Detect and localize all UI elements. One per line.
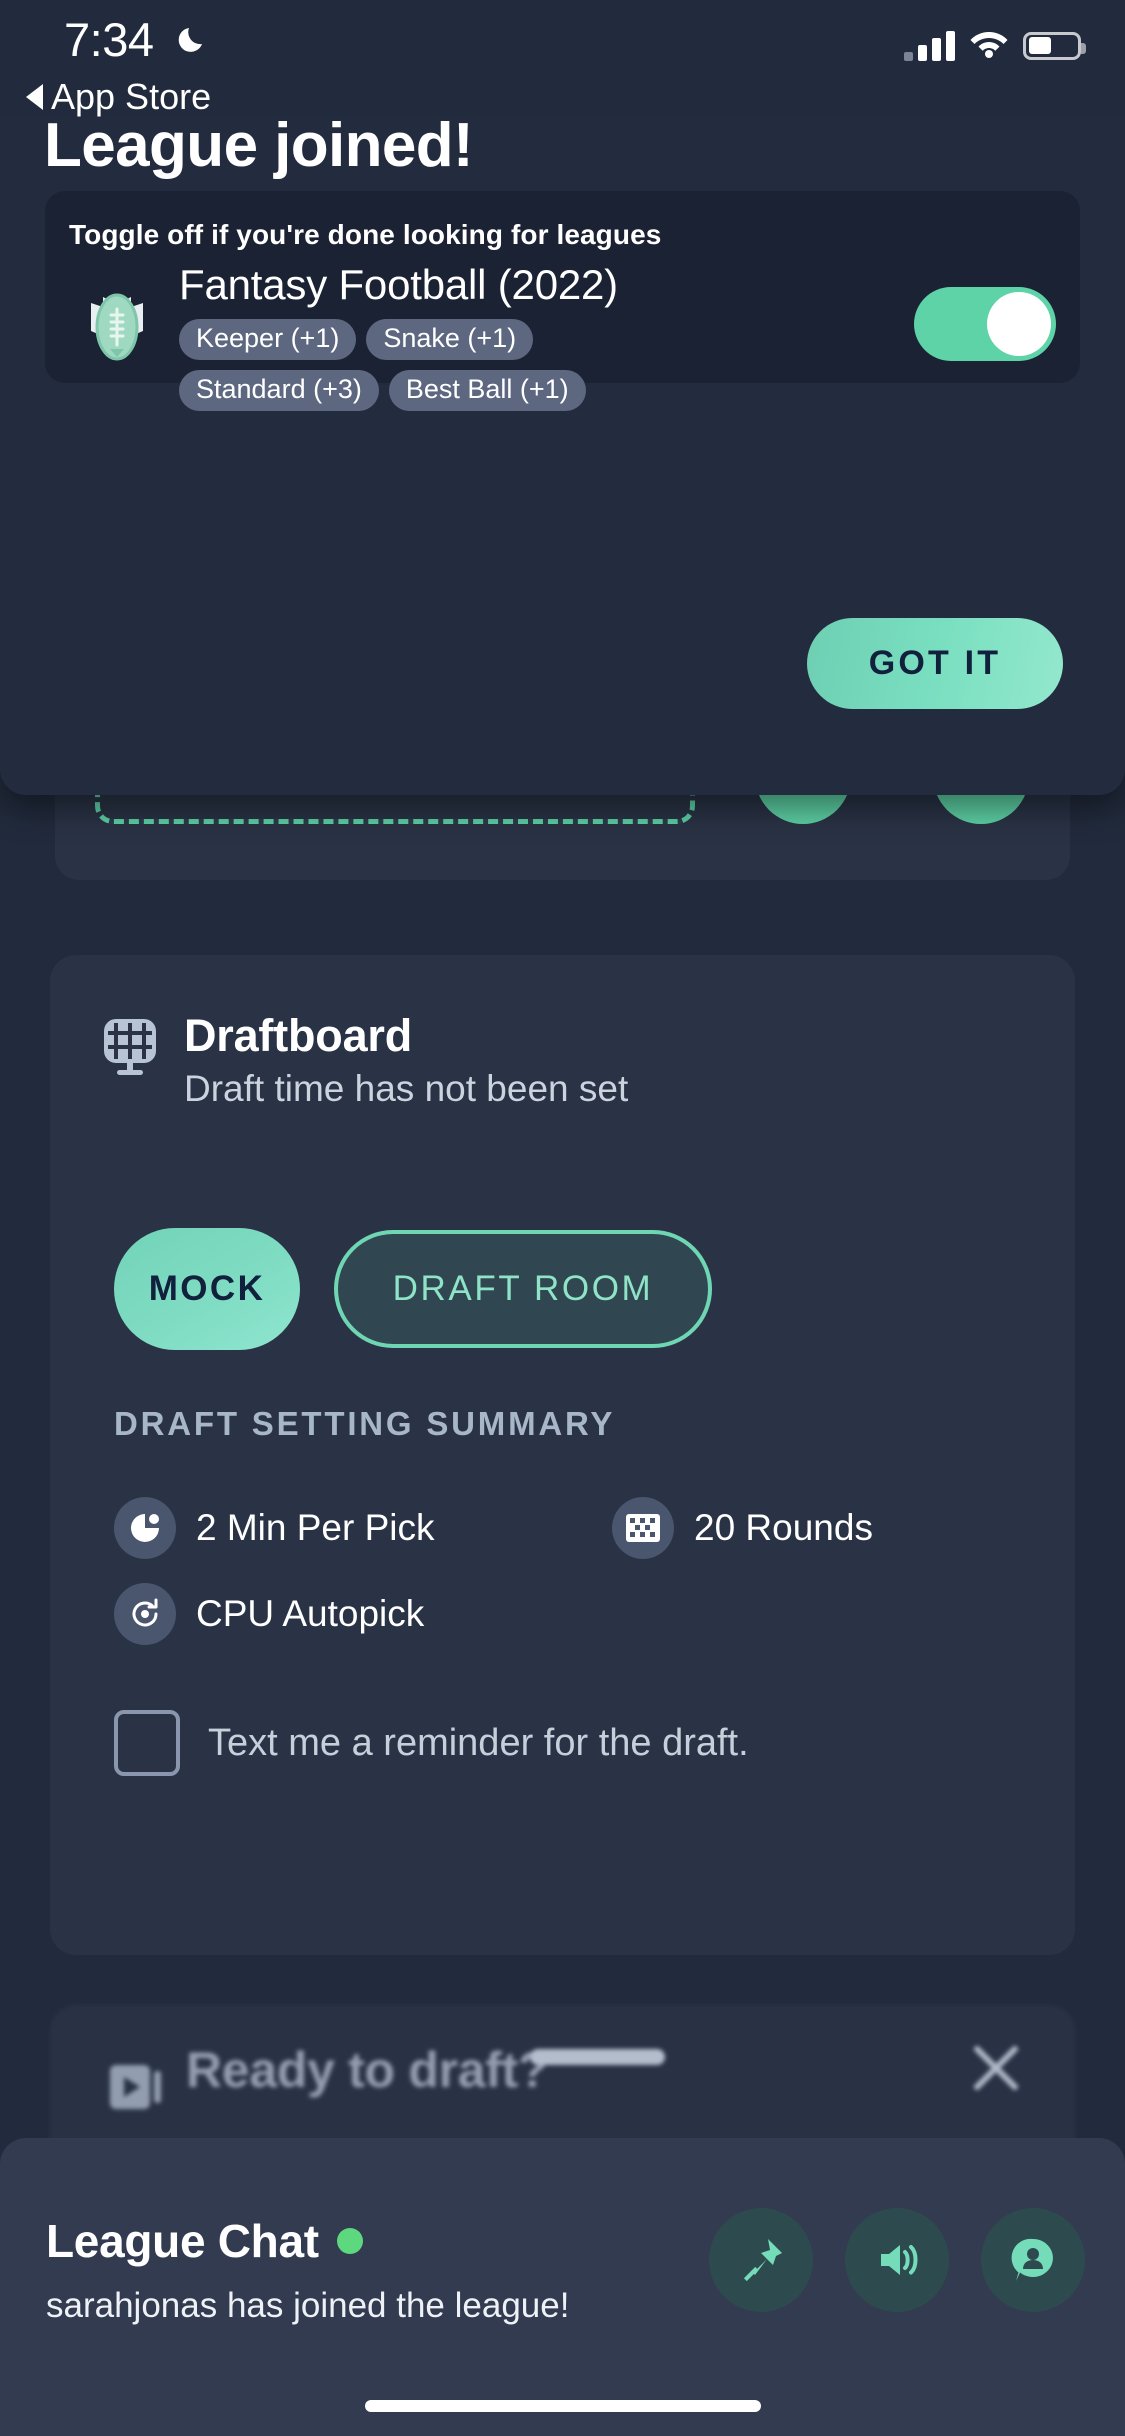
league-name: Fantasy Football (2022) (179, 261, 618, 308)
league-card: Toggle off if you're done looking for le… (45, 191, 1080, 412)
ready-progress-bar (530, 2049, 665, 2065)
league-row: Fantasy Football (2022) Keeper (+1) Snak… (69, 261, 1056, 412)
text-reminder-row[interactable]: Text me a reminder for the draft. (114, 1710, 749, 1776)
text-reminder-checkbox[interactable] (114, 1710, 180, 1776)
rounds-grid-icon (612, 1497, 674, 1559)
league-tags: Keeper (+1) Snake (+1) Standard (+3) Bes… (179, 319, 699, 412)
setting-time-per-pick: 2 Min Per Pick (114, 1497, 435, 1559)
draftboard-subtitle: Draft time has not been set (184, 1068, 629, 1109)
chat-title: League Chat (46, 2215, 319, 2267)
setting-cpu-autopick: CPU Autopick (114, 1583, 424, 1645)
profile-chat-icon[interactable] (981, 2208, 1085, 2312)
pin-icon[interactable] (709, 2208, 813, 2312)
draftboard-header: Draftboard Draft time has not been set (100, 1010, 628, 1110)
league-tag: Best Ball (+1) (388, 370, 586, 412)
league-tag: Snake (+1) (366, 319, 534, 361)
close-icon[interactable] (969, 2041, 1023, 2095)
toggle-hint-label: Toggle off if you're done looking for le… (69, 219, 662, 250)
ready-to-draft-title: Ready to draft? (186, 2042, 549, 2098)
wifi-icon (969, 28, 1009, 63)
setting-cpu-autopick-label: CPU Autopick (196, 1593, 425, 1634)
draftboard-title: Draftboard (184, 1010, 413, 1061)
chat-status-dot (336, 2228, 363, 2254)
setting-rounds-label: 20 Rounds (694, 1507, 873, 1548)
league-chat-bar[interactable]: League Chat sarahjonas has joined the le… (0, 2138, 1125, 2436)
speaker-icon[interactable] (845, 2208, 949, 2312)
setting-time-per-pick-label: 2 Min Per Pick (196, 1507, 435, 1548)
chat-actions (709, 2208, 1085, 2312)
draftboard-card: Draftboard Draft time has not been set M… (50, 955, 1075, 1955)
page-title: League joined! (44, 111, 474, 180)
league-tag: Standard (+3) (179, 370, 379, 412)
clock-icon (114, 1497, 176, 1559)
signal-bars-icon (904, 30, 955, 61)
moon-icon (177, 22, 211, 56)
video-play-icon (108, 2063, 168, 2111)
chat-latest-message: sarahjonas has joined the league! (46, 2286, 570, 2325)
league-tag: Keeper (+1) (179, 319, 357, 361)
status-time: 7:34 (64, 13, 154, 66)
draft-room-button[interactable]: DRAFT ROOM (334, 1230, 712, 1348)
got-it-button[interactable]: GOT IT (807, 618, 1063, 709)
battery-icon (1023, 31, 1086, 60)
status-indicators (904, 28, 1086, 63)
looking-for-leagues-toggle[interactable] (914, 287, 1056, 361)
text-reminder-label: Text me a reminder for the draft. (208, 1721, 749, 1764)
back-caret-icon (26, 84, 43, 110)
draft-buttons-group: MOCK DRAFT ROOM (114, 1228, 712, 1350)
toggle-knob (987, 292, 1051, 356)
home-indicator (364, 2400, 761, 2412)
setting-rounds: 20 Rounds (612, 1497, 873, 1559)
chat-title-row: League Chat (46, 2214, 363, 2268)
football-badge-icon (69, 279, 165, 375)
league-info: Fantasy Football (2022) Keeper (+1) Snak… (179, 261, 904, 412)
autopick-refresh-icon (114, 1583, 176, 1645)
draft-setting-summary-label: DRAFT SETTING SUMMARY (114, 1405, 616, 1442)
mock-draft-button[interactable]: MOCK (114, 1228, 300, 1350)
draftboard-grid-icon (100, 1016, 160, 1076)
